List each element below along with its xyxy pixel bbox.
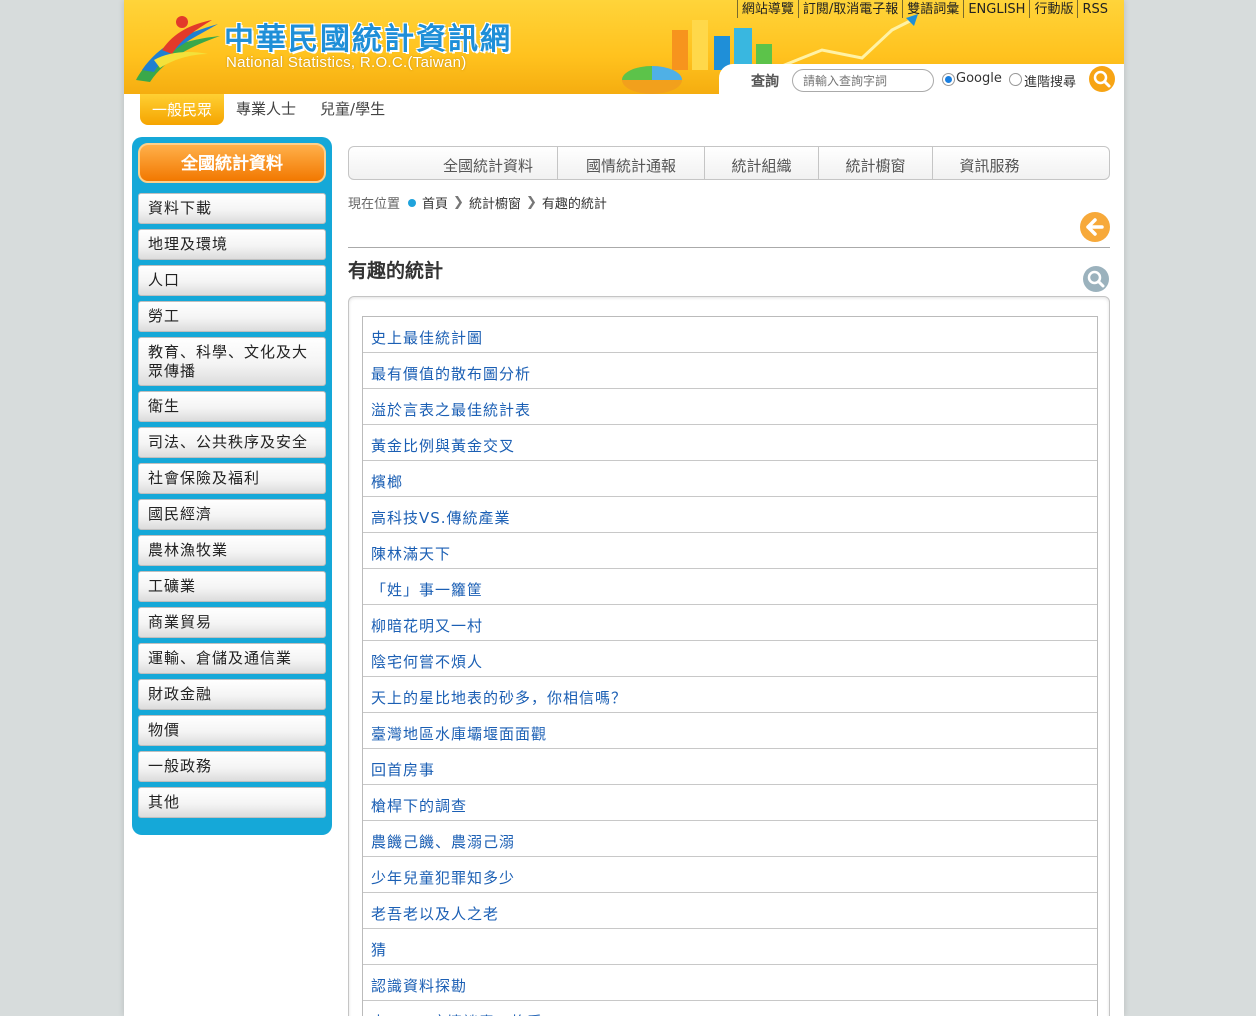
sidebar-item-finance[interactable]: 財政金融 xyxy=(138,679,326,710)
sidebar-item-prices[interactable]: 物價 xyxy=(138,715,326,746)
toplink-rss[interactable]: RSS xyxy=(1077,0,1112,18)
sidebar-item-education[interactable]: 教育、科學、文化及大眾傳播 xyxy=(138,337,326,386)
list-item[interactable]: 檳榔 xyxy=(363,461,1097,497)
sidebar-item-population[interactable]: 人口 xyxy=(138,265,326,296)
main-nav: 全國統計資料 國情統計通報 統計組織 統計櫥窗 資訊服務 xyxy=(348,146,1110,180)
list-item[interactable]: 陳林滿天下 xyxy=(363,533,1097,569)
sidebar-title[interactable]: 全國統計資料 xyxy=(138,143,326,183)
list-item[interactable]: 最有價值的散布圖分析 xyxy=(363,353,1097,389)
sidebar-item-government[interactable]: 一般政務 xyxy=(138,751,326,782)
list-item[interactable]: 猜 xyxy=(363,929,1097,965)
radio-advanced[interactable] xyxy=(1009,73,1022,86)
list-item[interactable]: 農饑己饑、農溺己溺 xyxy=(363,821,1097,857)
sidebar-item-agriculture[interactable]: 農林漁牧業 xyxy=(138,535,326,566)
breadcrumb: 現在位置 首頁 ❯ 統計櫥窗 ❯ 有趣的統計 xyxy=(348,193,607,212)
sidebar: 全國統計資料 資料下載 地理及環境 人口 勞工 教育、科學、文化及大眾傳播 衛生… xyxy=(132,137,332,835)
site-header: 中華民國統計資訊網 National Statistics, R.O.C.(Ta… xyxy=(124,0,1124,94)
sidebar-item-trade[interactable]: 商業貿易 xyxy=(138,607,326,638)
site-subtitle: National Statistics, R.O.C.(Taiwan) xyxy=(226,54,467,71)
main-content: 全國統計資料 國情統計通報 統計組織 統計櫥窗 資訊服務 現在位置 首頁 ❯ 統… xyxy=(348,146,1110,1016)
top-links: 網站導覽 訂閱/取消電子報 雙語詞彙 ENGLISH 行動版 RSS xyxy=(736,0,1112,20)
nav-showcase[interactable]: 統計櫥窗 xyxy=(818,147,932,180)
sidebar-item-health[interactable]: 衛生 xyxy=(138,391,326,422)
list-item[interactable]: 老吾老以及人之老 xyxy=(363,893,1097,929)
list-item[interactable]: 由SARS疫情談責工格爭 xyxy=(363,1001,1097,1016)
breadcrumb-label: 現在位置 xyxy=(348,197,401,212)
toplink-newsletter[interactable]: 訂閱/取消電子報 xyxy=(797,0,902,18)
search-panel: 查詢 Google 進階搜尋 xyxy=(719,64,1124,94)
divider xyxy=(348,247,1110,248)
search-button[interactable] xyxy=(1089,66,1115,92)
list-item[interactable]: 少年兒童犯罪知多少 xyxy=(363,857,1097,893)
tab-professionals[interactable]: 專業人士 xyxy=(224,94,308,124)
sidebar-item-labor[interactable]: 勞工 xyxy=(138,301,326,332)
chevron-right-icon: ❯ xyxy=(453,195,464,210)
breadcrumb-home[interactable]: 首頁 xyxy=(422,193,448,212)
site-title[interactable]: 中華民國統計資訊網 xyxy=(224,14,512,58)
nav-info-services[interactable]: 資訊服務 xyxy=(932,147,1046,180)
list-item[interactable]: 回首房事 xyxy=(363,749,1097,785)
sidebar-item-social-welfare[interactable]: 社會保險及福利 xyxy=(138,463,326,494)
article-list-box: 史上最佳統計圖 最有價值的散布圖分析 溢於言表之最佳統計表 黃金比例與黃金交叉 … xyxy=(348,296,1110,1016)
breadcrumb-showcase[interactable]: 統計櫥窗 xyxy=(469,193,521,212)
list-item[interactable]: 「姓」事一籮筐 xyxy=(363,569,1097,605)
list-item[interactable]: 史上最佳統計圖 xyxy=(363,317,1097,353)
tab-children-students[interactable]: 兒童/學生 xyxy=(308,94,397,124)
chevron-right-icon: ❯ xyxy=(525,195,537,210)
logo-icon[interactable] xyxy=(132,10,224,86)
list-item[interactable]: 溢於言表之最佳統計表 xyxy=(363,389,1097,425)
search-toggle-button[interactable] xyxy=(1083,266,1109,292)
arrow-left-icon xyxy=(1086,218,1104,236)
search-icon xyxy=(1093,70,1111,88)
breadcrumb-dot-icon xyxy=(408,198,417,207)
radio-google-label[interactable]: Google xyxy=(956,71,1002,86)
search-label: 查詢 xyxy=(751,74,779,90)
sidebar-item-transport[interactable]: 運輸、倉儲及通信業 xyxy=(138,643,326,674)
list-item[interactable]: 柳暗花明又一村 xyxy=(363,605,1097,641)
list-item[interactable]: 陰宅何嘗不煩人 xyxy=(363,641,1097,677)
back-button[interactable] xyxy=(1080,212,1110,242)
list-item[interactable]: 認識資料探勘 xyxy=(363,965,1097,1001)
nav-national-statistics[interactable]: 全國統計資料 xyxy=(419,147,557,180)
sidebar-item-data-download[interactable]: 資料下載 xyxy=(138,193,326,224)
sidebar-list: 資料下載 地理及環境 人口 勞工 教育、科學、文化及大眾傳播 衛生 司法、公共秩… xyxy=(138,193,326,823)
toplink-sitemap[interactable]: 網站導覽 xyxy=(736,0,798,18)
tab-general-public[interactable]: 一般民眾 xyxy=(140,94,225,125)
sidebar-item-economy[interactable]: 國民經濟 xyxy=(138,499,326,530)
list-item[interactable]: 槍桿下的調查 xyxy=(363,785,1097,821)
sidebar-item-industry[interactable]: 工礦業 xyxy=(138,571,326,602)
article-list: 史上最佳統計圖 最有價值的散布圖分析 溢於言表之最佳統計表 黃金比例與黃金交叉 … xyxy=(362,316,1098,1016)
page: 中華民國統計資訊網 National Statistics, R.O.C.(Ta… xyxy=(124,0,1124,1016)
sidebar-item-justice[interactable]: 司法、公共秩序及安全 xyxy=(138,427,326,458)
nav-organization[interactable]: 統計組織 xyxy=(704,147,818,180)
audience-tabs: 一般民眾 專業人士 兒童/學生 xyxy=(140,94,397,126)
breadcrumb-current: 有趣的統計 xyxy=(541,197,607,212)
toplink-glossary[interactable]: 雙語詞彙 xyxy=(902,0,963,18)
toplink-mobile[interactable]: 行動版 xyxy=(1029,0,1077,18)
sidebar-item-other[interactable]: 其他 xyxy=(138,787,326,818)
toplink-english[interactable]: ENGLISH xyxy=(963,0,1029,18)
search-input[interactable] xyxy=(792,69,934,92)
list-item[interactable]: 臺灣地區水庫壩堰面面觀 xyxy=(363,713,1097,749)
sidebar-item-geography[interactable]: 地理及環境 xyxy=(138,229,326,260)
list-item[interactable]: 天上的星比地表的砂多，你相信嗎？ xyxy=(363,677,1097,713)
nav-national-report[interactable]: 國情統計通報 xyxy=(557,147,704,180)
radio-google[interactable] xyxy=(942,73,955,86)
page-title: 有趣的統計 xyxy=(348,260,444,282)
list-item[interactable]: 黃金比例與黃金交叉 xyxy=(363,425,1097,461)
list-item[interactable]: 高科技VS.傳統產業 xyxy=(363,497,1097,533)
radio-advanced-label[interactable]: 進階搜尋 xyxy=(1024,71,1076,90)
magnifier-icon xyxy=(1087,270,1105,288)
